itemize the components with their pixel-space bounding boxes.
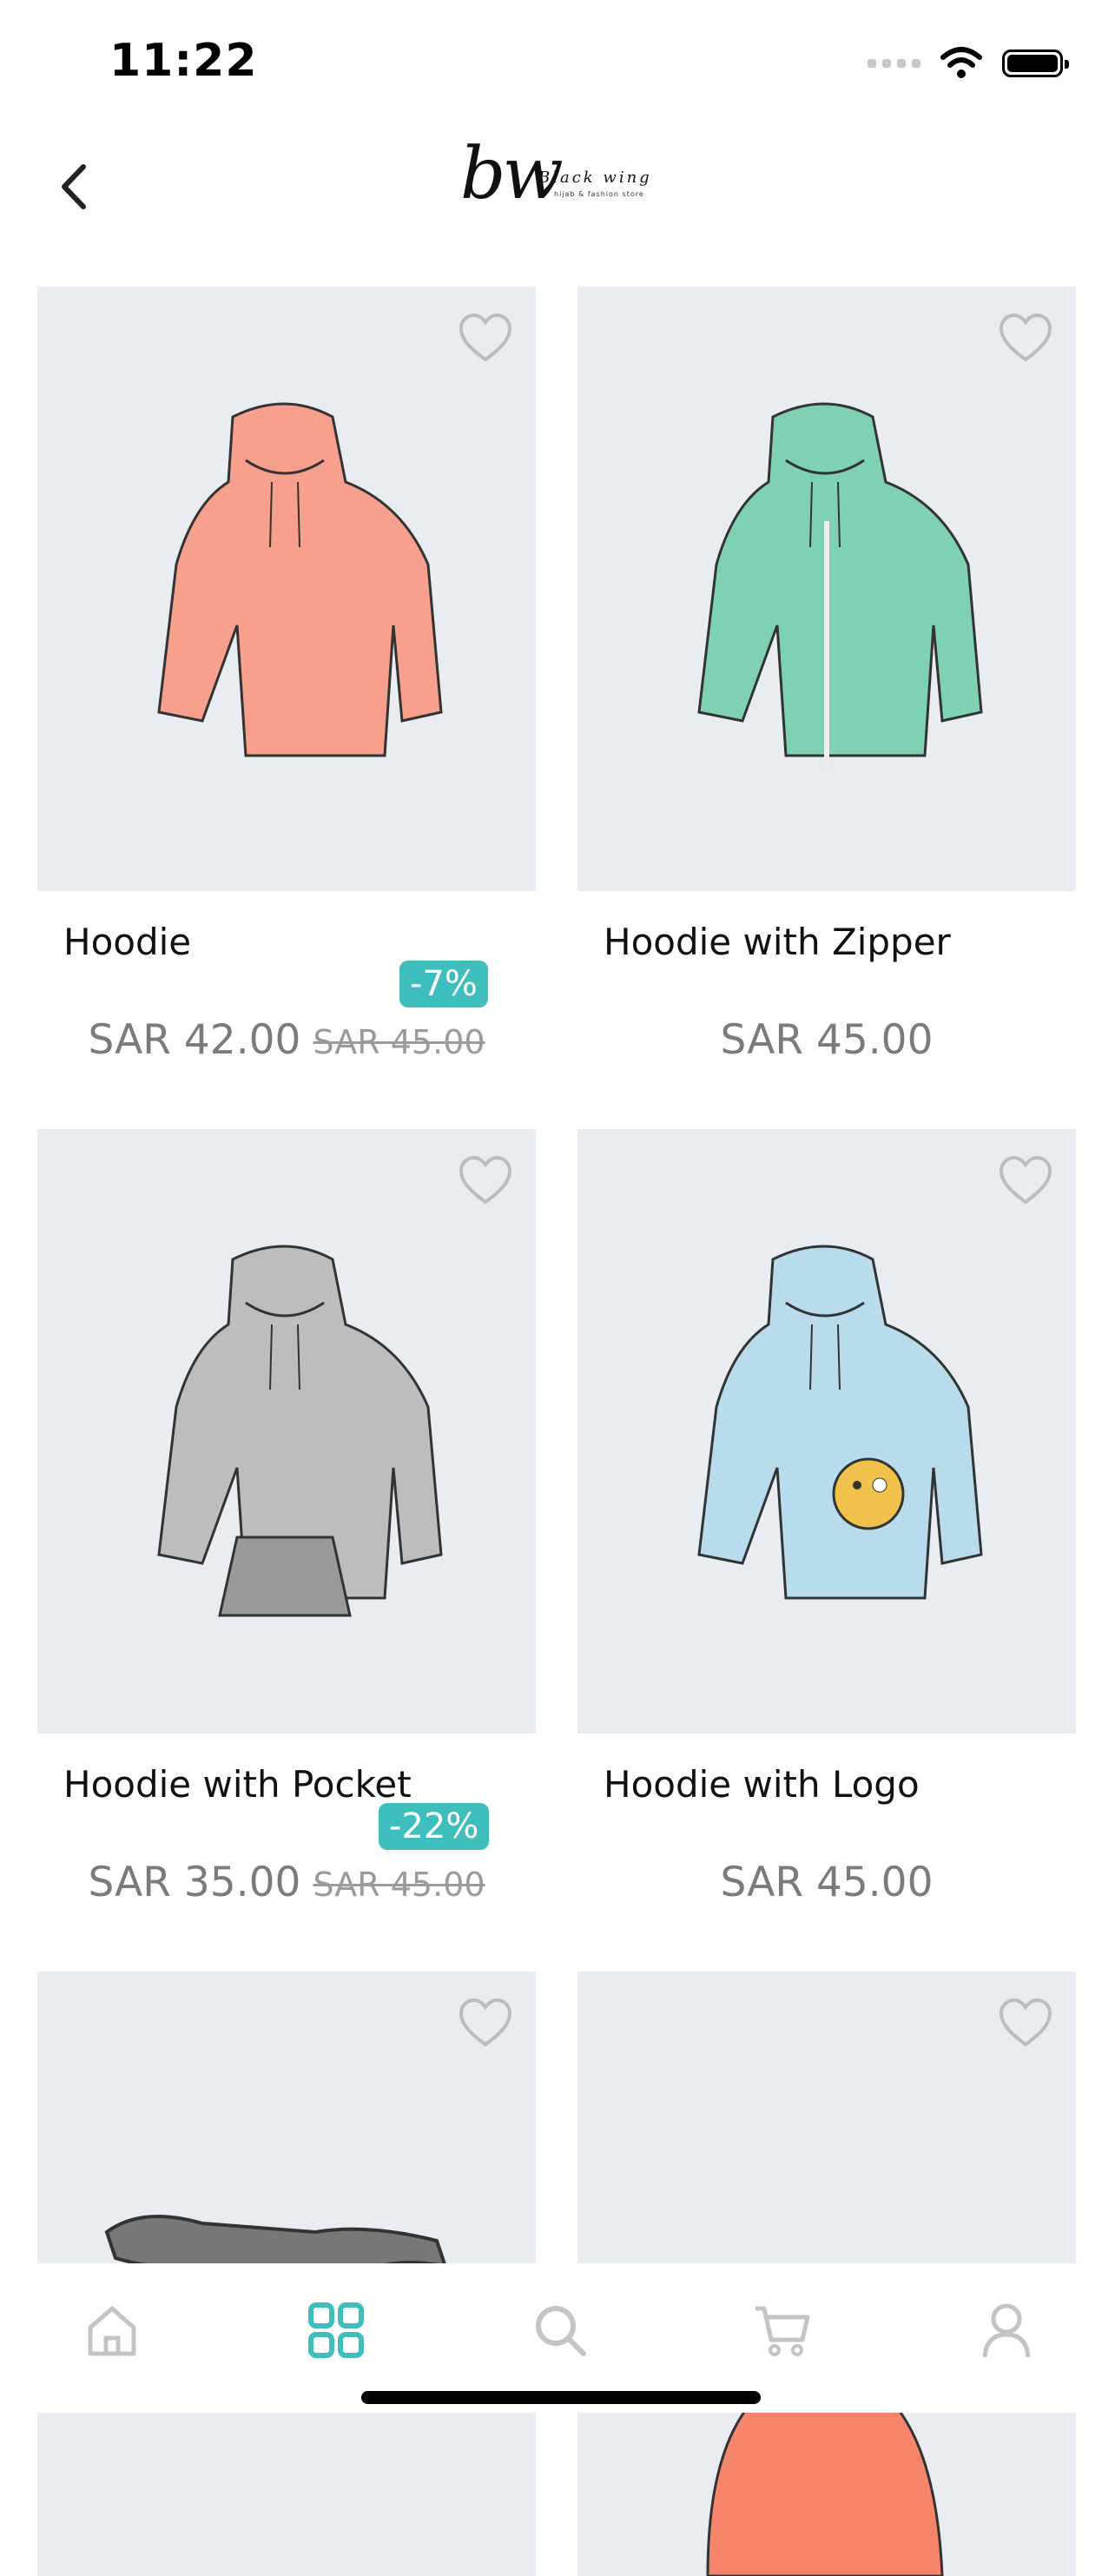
price-row: SAR 42.00 SAR 45.00 bbox=[37, 1016, 536, 1064]
logo-tagline: hijab & fashion store bbox=[554, 190, 644, 198]
cart-icon[interactable] bbox=[752, 2300, 813, 2361]
product-price: SAR 45.00 bbox=[720, 1859, 934, 1906]
favorite-heart-icon[interactable] bbox=[998, 1155, 1053, 1205]
battery-icon bbox=[1002, 50, 1069, 77]
product-image[interactable] bbox=[37, 1129, 536, 1734]
product-price: SAR 35.00 bbox=[88, 1859, 301, 1906]
product-image[interactable] bbox=[37, 287, 536, 891]
price-row: SAR 35.00 SAR 45.00 bbox=[37, 1859, 536, 1906]
product-card[interactable]: Hoodie -7% SAR 42.00 SAR 45.00 bbox=[37, 287, 536, 1064]
discount-badge: -22% bbox=[379, 1803, 490, 1850]
discount-badge: -7% bbox=[399, 961, 488, 1007]
product-image[interactable] bbox=[577, 1129, 1076, 1734]
product-title[interactable]: Hoodie with Pocket bbox=[63, 1763, 412, 1806]
favorite-heart-icon[interactable] bbox=[998, 1998, 1053, 2048]
favorite-heart-icon[interactable] bbox=[458, 313, 513, 363]
grid-icon[interactable] bbox=[306, 2300, 366, 2361]
favorite-heart-icon[interactable] bbox=[458, 1998, 513, 2048]
product-card[interactable]: Hoodie with Zipper SAR 45.00 bbox=[577, 287, 1076, 1064]
product-card[interactable]: Hoodie with Pocket -22% SAR 35.00 SAR 45.00 bbox=[37, 1129, 536, 1906]
wifi-icon bbox=[940, 47, 982, 78]
product-title[interactable]: Hoodie with Zipper bbox=[604, 921, 951, 963]
brand-logo: bw Black wing hijab & fashion store bbox=[452, 129, 669, 224]
status-bar: 11:22 bbox=[0, 0, 1115, 122]
nav-header: bw Black wing hijab & fashion store bbox=[0, 122, 1115, 243]
price-row: SAR 45.00 bbox=[577, 1016, 1076, 1064]
status-icons bbox=[868, 42, 1069, 85]
search-icon[interactable] bbox=[530, 2300, 590, 2361]
status-time: 11:22 bbox=[109, 35, 258, 87]
cellular-signal-icon bbox=[868, 59, 920, 68]
profile-icon[interactable] bbox=[976, 2300, 1037, 2361]
product-title[interactable]: Hoodie bbox=[63, 921, 191, 963]
home-icon[interactable] bbox=[82, 2300, 142, 2361]
product-card[interactable]: Hoodie with Logo SAR 45.00 bbox=[577, 1129, 1076, 1906]
home-indicator bbox=[361, 2391, 761, 2404]
product-price: SAR 45.00 bbox=[720, 1016, 934, 1064]
favorite-heart-icon[interactable] bbox=[998, 313, 1053, 363]
product-price: SAR 42.00 bbox=[88, 1016, 301, 1064]
product-title[interactable]: Hoodie with Logo bbox=[604, 1763, 920, 1806]
back-chevron-icon[interactable] bbox=[49, 156, 101, 217]
logo-name: Black wing bbox=[538, 168, 652, 187]
favorite-heart-icon[interactable] bbox=[458, 1155, 513, 1205]
product-image[interactable] bbox=[577, 287, 1076, 891]
price-row: SAR 45.00 bbox=[577, 1859, 1076, 1906]
original-price: SAR 45.00 bbox=[313, 1866, 485, 1904]
original-price: SAR 45.00 bbox=[313, 1023, 485, 1061]
